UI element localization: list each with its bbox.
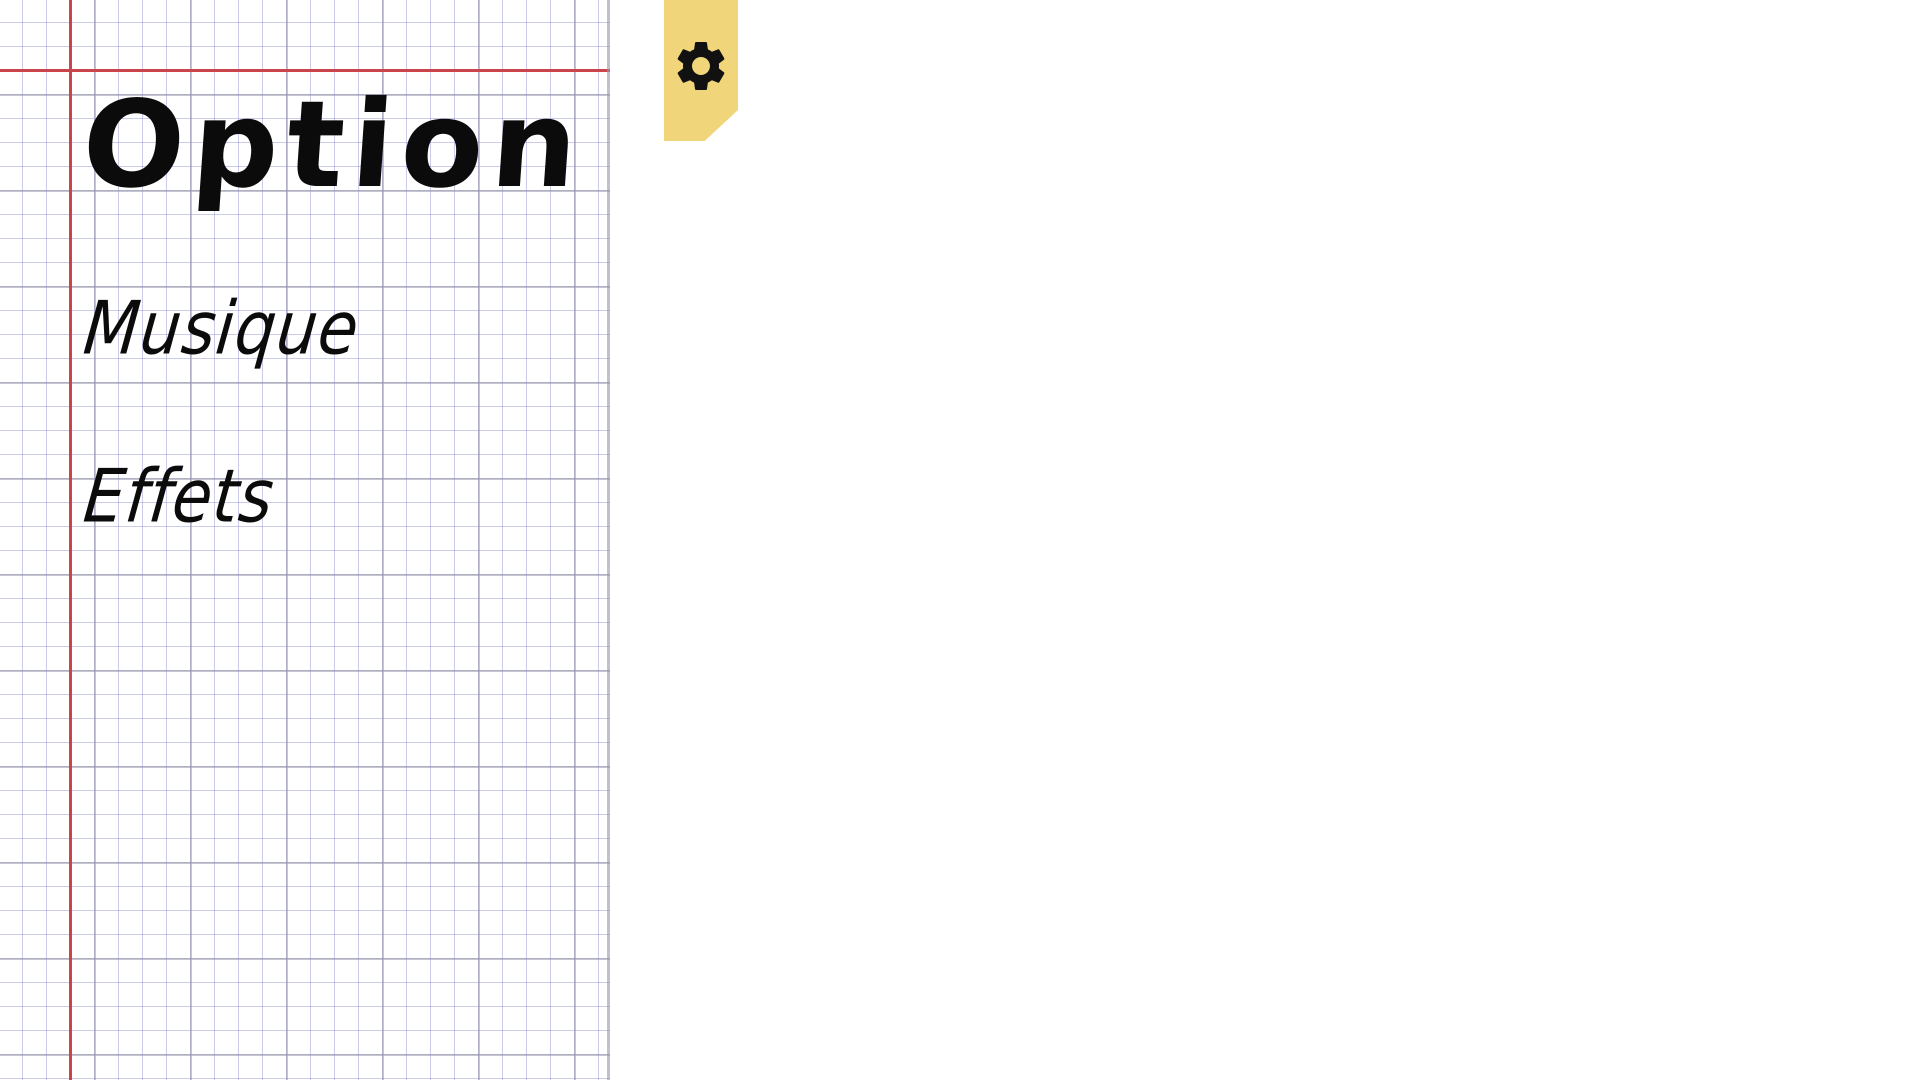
effects-option[interactable]: Effets xyxy=(80,455,278,540)
settings-bookmark-tab[interactable] xyxy=(664,0,738,141)
options-title: Option xyxy=(78,76,591,215)
options-paper-panel: Option Musique Effets xyxy=(0,0,610,1080)
paper-top-margin-line xyxy=(0,69,610,72)
gear-icon xyxy=(677,41,725,90)
paper-left-margin-line xyxy=(69,0,72,1080)
game-screen: Option Musique Effets xyxy=(0,0,1920,1080)
music-option[interactable]: Musique xyxy=(80,287,363,372)
